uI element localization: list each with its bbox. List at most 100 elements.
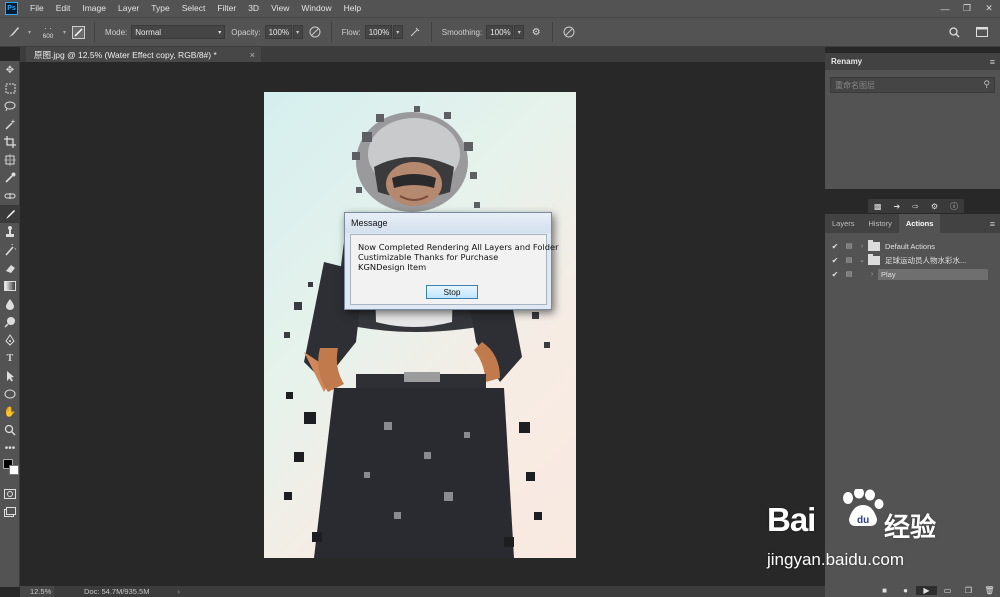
eyedropper-tool-icon[interactable]	[0, 169, 20, 187]
collapse-icon[interactable]: ⌄	[856, 256, 868, 264]
menu-view[interactable]: View	[265, 0, 295, 17]
close-tab-icon[interactable]: ×	[250, 50, 255, 60]
gear-icon[interactable]: ⚙	[931, 202, 938, 211]
airbrush-icon[interactable]	[407, 24, 423, 40]
tab-layers[interactable]: Layers	[825, 214, 862, 233]
panel-menu-icon[interactable]: ≡	[990, 219, 995, 229]
type-tool-icon[interactable]: T	[0, 349, 20, 367]
zoom-level[interactable]: 12.5%	[20, 586, 54, 597]
flow-dropdown-icon[interactable]: ▾	[392, 25, 403, 39]
search-icon[interactable]: ⚲	[983, 79, 990, 90]
canvas-area[interactable]	[20, 62, 825, 586]
menu-3d[interactable]: 3D	[242, 0, 265, 17]
check-icon[interactable]: ✔	[828, 256, 842, 265]
action-row[interactable]: ✔ ▤ › Play	[825, 267, 1000, 281]
photoshop-logo: Ps	[5, 2, 18, 15]
history-brush-tool-icon[interactable]	[0, 241, 20, 259]
close-window-icon[interactable]: ✕	[978, 0, 1000, 17]
menu-select[interactable]: Select	[176, 0, 212, 17]
brush-tool-icon[interactable]	[6, 24, 22, 40]
menu-edit[interactable]: Edit	[50, 0, 77, 17]
pressure-opacity-icon[interactable]	[307, 24, 323, 40]
dodge-tool-icon[interactable]	[0, 313, 20, 331]
dialog-toggle-icon[interactable]: ▤	[842, 256, 856, 264]
opacity-input[interactable]: 100%	[264, 25, 292, 39]
gradient-tool-icon[interactable]	[0, 277, 20, 295]
stop-recording-icon[interactable]: ■	[874, 586, 895, 595]
pen-tool-icon[interactable]	[0, 331, 20, 349]
info-icon[interactable]: ⓘ	[950, 201, 958, 212]
quick-mask-icon[interactable]	[0, 485, 20, 503]
opacity-dropdown-icon[interactable]: ▾	[292, 25, 303, 39]
check-icon[interactable]: ✔	[828, 242, 842, 251]
marquee-tool-icon[interactable]	[0, 79, 20, 97]
actions-toolbar: ■ ● ▶ ▭ ❐ 🗑	[825, 583, 1000, 597]
path-selection-tool-icon[interactable]	[0, 367, 20, 385]
menu-layer[interactable]: Layer	[112, 0, 145, 17]
healing-brush-tool-icon[interactable]	[0, 187, 20, 205]
artwork-image	[264, 92, 576, 558]
zoom-tool-icon[interactable]	[0, 421, 20, 439]
shape-tool-icon[interactable]	[0, 385, 20, 403]
lasso-tool-icon[interactable]	[0, 97, 20, 115]
status-bar: 12.5% Doc: 54.7M/935.5M ›	[20, 586, 825, 597]
magic-wand-tool-icon[interactable]	[0, 115, 20, 133]
smoothing-input[interactable]: 100%	[486, 25, 514, 39]
tab-history[interactable]: History	[862, 214, 899, 233]
new-action-icon[interactable]: ❐	[958, 586, 979, 595]
tab-actions[interactable]: Actions	[898, 214, 941, 233]
mode-value: Normal	[135, 27, 162, 37]
frame-tool-icon[interactable]	[0, 151, 20, 169]
brush-preset-icon[interactable]: · · 600	[37, 24, 59, 40]
smoothing-settings-gear-icon[interactable]: ⚙	[528, 24, 544, 40]
minimize-icon[interactable]: —	[934, 0, 956, 17]
blur-tool-icon[interactable]	[0, 295, 20, 313]
workspace-icon[interactable]	[974, 24, 990, 40]
more-tools-icon[interactable]: •••	[0, 439, 20, 457]
expand-icon[interactable]: ›	[866, 271, 878, 278]
flow-input[interactable]: 100%	[364, 25, 392, 39]
crop-tool-icon[interactable]	[0, 133, 20, 151]
restore-icon[interactable]: ❐	[956, 0, 978, 17]
menu-filter[interactable]: Filter	[211, 0, 242, 17]
watermark-brand: Bai	[767, 501, 816, 538]
move-tool-icon[interactable]: ✥	[0, 61, 20, 79]
hand-tool-icon[interactable]: ✋	[0, 403, 20, 421]
document-tab[interactable]: 原图.jpg @ 12.5% (Water Effect copy, RGB/8…	[26, 47, 261, 62]
menu-help[interactable]: Help	[338, 0, 367, 17]
record-icon[interactable]: ●	[895, 586, 916, 595]
trash-icon[interactable]: 🗑	[979, 586, 1000, 595]
clone-stamp-tool-icon[interactable]	[0, 223, 20, 241]
brush-settings-icon[interactable]	[70, 24, 86, 40]
menu-file[interactable]: File	[24, 0, 50, 17]
properties-icon[interactable]: ▩	[874, 202, 882, 211]
brush-tool-active-icon[interactable]	[0, 205, 20, 223]
action-row[interactable]: ✔ ▤ › Default Actions	[825, 239, 1000, 253]
expand-icon[interactable]: ›	[856, 243, 868, 250]
background-color-swatch[interactable]	[9, 465, 19, 475]
panel-menu-icon[interactable]: ≡	[990, 57, 995, 67]
dialog-toggle-icon[interactable]: ▤	[842, 242, 856, 250]
dialog-toggle-icon[interactable]: ▤	[842, 270, 856, 278]
new-set-folder-icon[interactable]: ▭	[937, 586, 958, 595]
arrow-right-outline-icon[interactable]: ⇨	[912, 202, 919, 211]
smoothing-dropdown-icon[interactable]: ▾	[514, 25, 525, 39]
menu-image[interactable]: Image	[76, 0, 112, 17]
folder-icon	[868, 239, 880, 251]
play-icon[interactable]: ▶	[916, 585, 937, 595]
status-menu-arrow-icon[interactable]: ›	[177, 587, 180, 596]
screen-mode-icon[interactable]	[0, 503, 20, 521]
menu-window[interactable]: Window	[295, 0, 337, 17]
renamy-search-input[interactable]: 重命名图层 ⚲	[830, 77, 995, 93]
eraser-tool-icon[interactable]	[0, 259, 20, 277]
svg-text:du: du	[857, 515, 869, 526]
panel-tabs: Layers History Actions ≡	[825, 214, 1000, 233]
arrow-right-icon[interactable]: ➔	[894, 202, 901, 211]
mode-select[interactable]: Normal ▾	[131, 25, 226, 39]
stop-button[interactable]: Stop	[426, 285, 478, 299]
search-icon[interactable]	[946, 24, 962, 40]
menu-type[interactable]: Type	[145, 0, 175, 17]
check-icon[interactable]: ✔	[828, 270, 842, 279]
action-row[interactable]: ✔ ▤ ⌄ 足球运动员人物水彩水...	[825, 253, 1000, 267]
pressure-size-icon[interactable]	[561, 24, 577, 40]
